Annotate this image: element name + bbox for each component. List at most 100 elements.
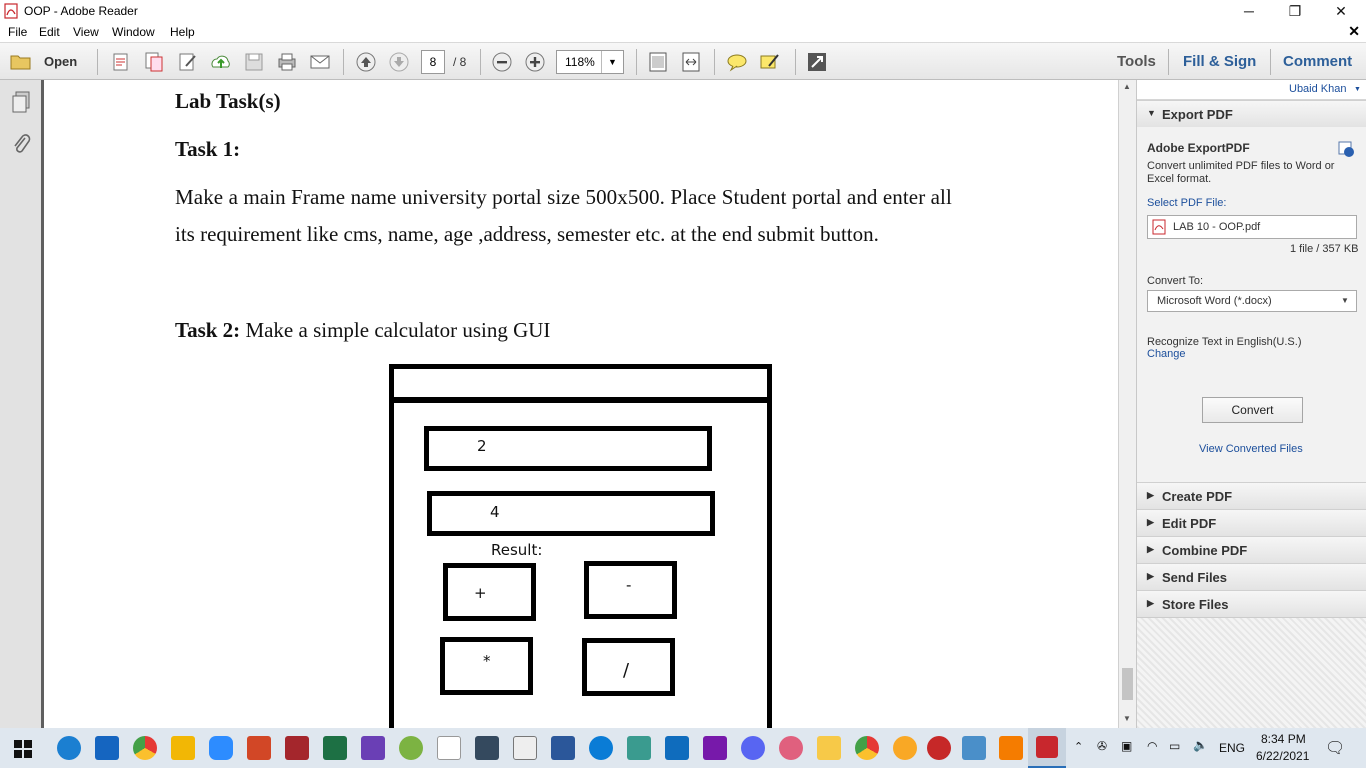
store-files-section-header[interactable]: ▶ Store Files xyxy=(1137,590,1366,617)
notepad-icon[interactable] xyxy=(437,736,461,760)
full-screen-icon[interactable] xyxy=(806,51,828,73)
star-app-icon[interactable] xyxy=(817,736,841,760)
convert-button[interactable]: Convert xyxy=(1202,397,1303,423)
close-button[interactable]: ✕ xyxy=(1318,0,1364,22)
outlook-icon[interactable] xyxy=(665,736,689,760)
menu-edit[interactable]: Edit xyxy=(39,25,60,39)
photos-icon[interactable] xyxy=(962,736,986,760)
view-converted-files-link[interactable]: View Converted Files xyxy=(1199,443,1303,455)
excel-icon[interactable] xyxy=(323,736,347,760)
file-explorer-icon[interactable] xyxy=(171,736,195,760)
edit-document-icon[interactable] xyxy=(177,51,199,73)
edit-pdf-section-header[interactable]: ▶ Edit PDF xyxy=(1137,509,1366,536)
highlight-icon[interactable] xyxy=(759,51,781,73)
fit-page-icon[interactable] xyxy=(647,51,669,73)
collapse-triangle-icon: ▼ xyxy=(1147,108,1156,118)
export-info-icon[interactable] xyxy=(1337,140,1355,158)
expand-triangle-icon: ▶ xyxy=(1147,517,1154,527)
next-page-icon[interactable] xyxy=(388,51,410,73)
word-icon[interactable] xyxy=(551,736,575,760)
clock-date[interactable]: 6/22/2021 xyxy=(1256,749,1309,763)
page-number-input[interactable]: 8 xyxy=(421,50,445,74)
scroll-up-icon[interactable]: ▲ xyxy=(1123,82,1131,91)
zoom-select[interactable]: 118% ▼ xyxy=(556,50,624,74)
upload-icon[interactable] xyxy=(210,51,232,73)
chrome-icon[interactable] xyxy=(133,736,157,760)
fill-sign-link[interactable]: Fill & Sign xyxy=(1183,53,1256,70)
tray-overflow-chevron-icon[interactable]: ⌃ xyxy=(1074,740,1083,753)
menu-help[interactable]: Help xyxy=(170,25,195,39)
battery-icon[interactable]: ▭ xyxy=(1169,739,1180,753)
comment-bubble-icon[interactable] xyxy=(726,51,748,73)
edge-icon[interactable] xyxy=(57,736,81,760)
tray-device-icon[interactable]: ▣ xyxy=(1121,739,1132,753)
access-icon[interactable] xyxy=(285,736,309,760)
combine-pdf-icon[interactable] xyxy=(143,51,165,73)
zoom-in-icon[interactable] xyxy=(524,51,546,73)
change-language-link[interactable]: Change xyxy=(1147,348,1186,360)
menu-window[interactable]: Window xyxy=(112,25,155,39)
wifi-icon[interactable]: ◠ xyxy=(1147,739,1157,753)
export-description: Convert unlimited PDF files to Word or E… xyxy=(1147,160,1335,185)
attachment-icon[interactable] xyxy=(10,132,32,156)
tray-app-icon[interactable]: ✇ xyxy=(1097,739,1107,753)
expand-triangle-icon: ▶ xyxy=(1147,490,1154,500)
send-files-section-header[interactable]: ▶ Send Files xyxy=(1137,563,1366,590)
visual-studio-icon[interactable] xyxy=(361,736,385,760)
calculator-title-divider xyxy=(389,397,772,403)
volume-icon[interactable]: 🔈 xyxy=(1193,738,1208,752)
combine-pdf-title: Combine PDF xyxy=(1162,543,1248,558)
adobe-reader-taskbar-button[interactable] xyxy=(1028,728,1066,768)
dev-cpp-icon[interactable] xyxy=(475,736,499,760)
clock-time[interactable]: 8:34 PM xyxy=(1261,732,1306,746)
pages-icon[interactable] xyxy=(10,90,32,114)
open-button[interactable]: Open xyxy=(44,54,77,69)
previous-page-icon[interactable] xyxy=(355,51,377,73)
vlc-icon[interactable] xyxy=(999,736,1023,760)
email-icon[interactable] xyxy=(309,51,331,73)
user-chevron-down-icon[interactable]: ▼ xyxy=(1354,86,1361,93)
windows-start-icon[interactable] xyxy=(14,740,32,758)
chevron-down-icon[interactable]: ▼ xyxy=(601,51,623,73)
user-name-link[interactable]: Ubaid Khan xyxy=(1289,83,1347,95)
mail-icon[interactable] xyxy=(95,736,119,760)
recorder-icon[interactable] xyxy=(927,736,951,760)
language-indicator[interactable]: ENG xyxy=(1219,741,1245,755)
save-icon[interactable] xyxy=(243,51,265,73)
virtualbox-icon[interactable] xyxy=(627,736,651,760)
create-pdf-section-header[interactable]: ▶ Create PDF xyxy=(1137,482,1366,509)
weather-icon[interactable] xyxy=(893,736,917,760)
powerpoint-icon[interactable] xyxy=(247,736,271,760)
window-title: OOP - Adobe Reader xyxy=(24,4,138,18)
zoom-out-icon[interactable] xyxy=(491,51,513,73)
restore-button[interactable]: ❐ xyxy=(1272,0,1318,22)
document-scrollbar[interactable]: ▲ ▼ xyxy=(1118,80,1136,728)
menu-view[interactable]: View xyxy=(73,25,99,39)
onenote-icon[interactable] xyxy=(703,736,727,760)
document-view[interactable]: Lab Task(s) Task 1: Make a main Frame na… xyxy=(44,80,1118,728)
create-pdf-icon[interactable] xyxy=(110,51,132,73)
notification-icon[interactable]: 🗨 xyxy=(1325,738,1345,758)
tools-link[interactable]: Tools xyxy=(1117,53,1156,70)
combine-pdf-section-header[interactable]: ▶ Combine PDF xyxy=(1137,536,1366,563)
export-pdf-section-header[interactable]: ▼ Export PDF xyxy=(1137,100,1366,127)
convert-to-select[interactable]: Microsoft Word (*.docx) ▼ xyxy=(1147,290,1357,312)
zoom-icon[interactable] xyxy=(209,736,233,760)
menu-file[interactable]: File xyxy=(8,25,27,39)
selected-file-box[interactable]: LAB 10 - OOP.pdf xyxy=(1147,215,1357,239)
browser-app-icon[interactable] xyxy=(779,736,803,760)
comment-link[interactable]: Comment xyxy=(1283,53,1352,70)
close-document-icon[interactable]: ✕ xyxy=(1348,23,1360,40)
discord-icon[interactable] xyxy=(741,736,765,760)
print-icon[interactable] xyxy=(276,51,298,73)
network-app-icon[interactable] xyxy=(399,736,423,760)
chrome-icon-2[interactable] xyxy=(855,736,879,760)
document-editor-icon[interactable] xyxy=(513,736,537,760)
security-app-icon[interactable] xyxy=(589,736,613,760)
minimize-button[interactable]: ─ xyxy=(1226,0,1272,22)
fit-width-icon[interactable] xyxy=(680,51,702,73)
scroll-thumb[interactable] xyxy=(1122,668,1133,700)
folder-open-icon[interactable] xyxy=(10,51,32,73)
calc-minus-label: - xyxy=(626,576,632,594)
scroll-down-icon[interactable]: ▼ xyxy=(1123,714,1131,723)
